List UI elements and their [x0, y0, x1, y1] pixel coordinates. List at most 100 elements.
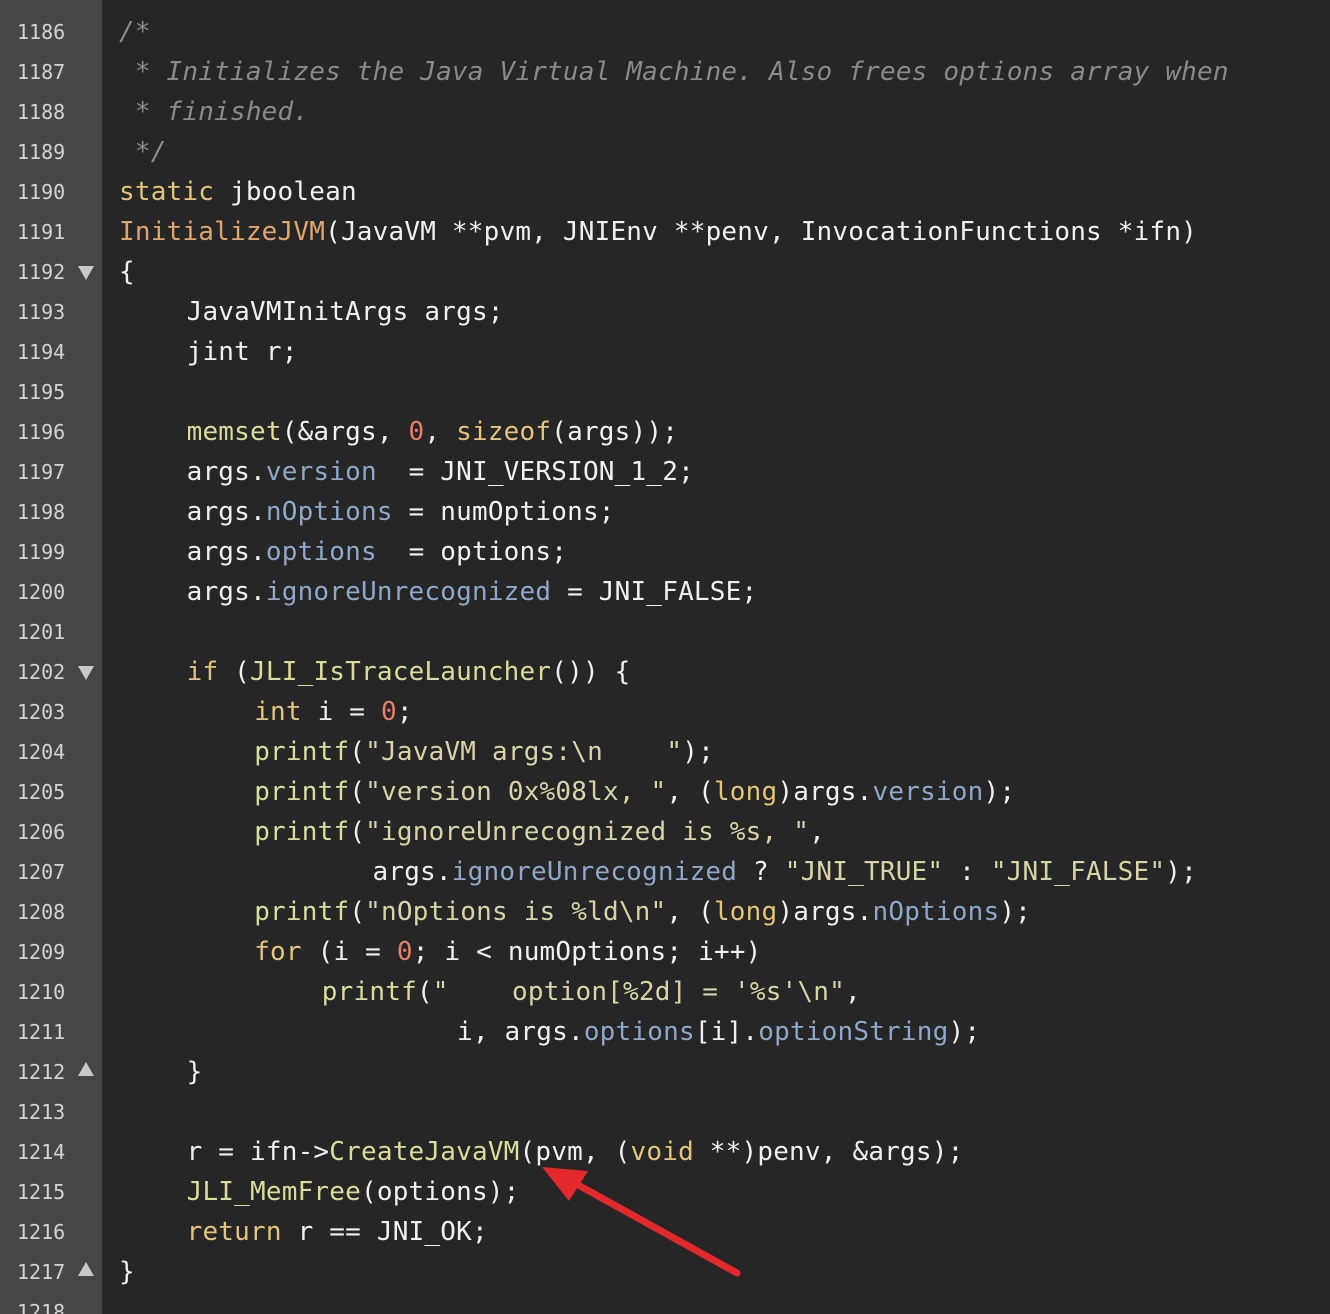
code-token-comment: * Initializes the Java Virtual Machine. … [119, 57, 1229, 87]
code-token-field: version [265, 457, 377, 487]
line-number: 1200 [17, 580, 66, 604]
line-number: 1195 [17, 380, 66, 404]
code-line[interactable]: 1205 printf("version 0x%08lx, ", (long)ar… [0, 772, 1330, 812]
code-token-call: printf [254, 737, 350, 767]
code-line[interactable]: 1194 jint r; [0, 332, 1330, 372]
code-text: int i = 0; [254, 692, 413, 732]
code-line[interactable]: 1196 memset(&args, 0, sizeof(args)); [0, 412, 1330, 452]
code-token-field: options [265, 537, 377, 567]
code-line[interactable]: 1190 static jboolean [0, 172, 1330, 212]
line-number: 1218 [17, 1300, 66, 1314]
code-text: /* [119, 12, 151, 52]
code-line[interactable]: 1208 printf("nOptions is %ld\n", (long)ar… [0, 892, 1330, 932]
code-token-plain: args. [186, 457, 266, 487]
code-line[interactable]: 1210 printf(" option[%2d] = '%s'\n", [0, 972, 1330, 1012]
code-token-plain: r == JNI_OK; [281, 1217, 488, 1247]
code-line[interactable]: 1217} [0, 1252, 1330, 1292]
code-token-plain: } [119, 1257, 135, 1287]
code-text: for (i = 0; i < numOptions; i++) [254, 932, 761, 972]
code-token-plain: ()) { [551, 657, 631, 687]
code-editor[interactable]: 1186 /* 1187 * Initializes the Java Virtua… [0, 0, 1330, 1314]
code-token-plain: ; [396, 697, 413, 727]
code-text: static jboolean [119, 172, 357, 212]
code-text: i, args.options[i].optionString); [457, 1012, 980, 1052]
code-token-plain: jint r; [186, 337, 298, 367]
line-number: 1199 [17, 540, 66, 564]
code-token-keyword: static [119, 177, 215, 207]
code-line[interactable]: 1202 if (JLI_IsTraceLauncher()) { [0, 652, 1330, 692]
code-token-plain: JavaVMInitArgs args; [186, 297, 504, 327]
line-number: 1193 [17, 300, 66, 324]
line-number: 1194 [17, 340, 66, 364]
code-text: JavaVMInitArgs args; [187, 292, 504, 332]
code-token-call: CreateJavaVM [329, 1137, 520, 1167]
code-text: */ [119, 132, 167, 172]
code-token-plain: [i]. [694, 1017, 759, 1047]
code-token-plain: ); [983, 777, 1016, 807]
code-token-call: printf [254, 777, 350, 807]
code-line[interactable]: 1211 i, args.options[i].optionString); [0, 1012, 1330, 1052]
code-token-plain: args. [186, 577, 266, 607]
code-line[interactable]: 1209 for (i = 0; i < numOptions; i++) [0, 932, 1330, 972]
code-line[interactable]: 1192 { [0, 252, 1330, 292]
code-line[interactable]: 1213 [0, 1092, 1330, 1132]
code-token-plain: , [809, 817, 825, 847]
code-line[interactable]: 1206 printf("ignoreUnrecognized is %s, ", [0, 812, 1330, 852]
code-line[interactable]: 1207 args.ignoreUnrecognized ? "JNI_TRUE"… [0, 852, 1330, 892]
code-line[interactable]: 1189 */ [0, 132, 1330, 172]
code-line[interactable]: 1204 printf("JavaVM args:\n "); [0, 732, 1330, 772]
code-line[interactable]: 1188 * finished. [0, 92, 1330, 132]
fold-end-icon[interactable] [78, 1262, 94, 1276]
code-token-plain: (i = [301, 937, 397, 967]
code-token-plain: = options; [376, 537, 568, 567]
code-token-plain: ); [1165, 857, 1197, 887]
code-line[interactable]: 1215 JLI_MemFree(options); [0, 1172, 1330, 1212]
code-token-plain: } [186, 1057, 203, 1087]
code-token-plain: (&args, [281, 417, 409, 447]
code-token-plain: (JavaVM **pvm, JNIEnv **penv, Invocation… [325, 217, 1198, 247]
code-line[interactable]: 1193 JavaVMInitArgs args; [0, 292, 1330, 332]
code-line[interactable]: 1191 InitializeJVM(JavaVM **pvm, JNIEnv *… [0, 212, 1330, 252]
code-token-plain: ); [948, 1017, 981, 1047]
code-token-string: " option[%2d] = '%s'\n" [432, 977, 845, 1007]
code-line[interactable]: 1201 [0, 612, 1330, 652]
code-token-field: options [583, 1017, 695, 1047]
code-token-call: memset [186, 417, 282, 447]
line-number: 1207 [17, 860, 66, 884]
line-number: 1203 [17, 700, 66, 724]
fold-end-icon[interactable] [78, 1062, 94, 1076]
code-line[interactable]: 1198 args.nOptions = numOptions; [0, 492, 1330, 532]
code-token-field: ignoreUnrecognized [265, 577, 552, 607]
code-line[interactable]: 1187 * Initializes the Java Virtual Mach… [0, 52, 1330, 92]
code-token-plain: ; i < numOptions; i++) [412, 937, 762, 967]
code-text: args.ignoreUnrecognized ? "JNI_TRUE" : "… [373, 852, 1197, 892]
fold-collapse-icon[interactable] [78, 666, 94, 680]
code-token-plain: (pvm, ( [519, 1137, 631, 1167]
line-number: 1217 [17, 1260, 66, 1284]
code-line[interactable]: 1218 [0, 1292, 1330, 1314]
code-token-plain: = numOptions; [392, 497, 615, 527]
line-number: 1191 [17, 220, 66, 244]
code-token-plain: ( [349, 817, 366, 847]
code-text: memset(&args, 0, sizeof(args)); [187, 412, 678, 452]
code-line[interactable]: 1214 r = ifn->CreateJavaVM(pvm, (void **)… [0, 1132, 1330, 1172]
fold-collapse-icon[interactable] [78, 266, 94, 280]
code-token-plain: i, args. [457, 1017, 584, 1047]
code-line[interactable]: 1195 [0, 372, 1330, 412]
code-line[interactable]: 1203 int i = 0; [0, 692, 1330, 732]
code-line[interactable]: 1216 return r == JNI_OK; [0, 1212, 1330, 1252]
code-line[interactable]: 1212} [0, 1052, 1330, 1092]
code-line[interactable]: 1186 /* [0, 12, 1330, 52]
code-text: args.version = JNI_VERSION_1_2; [187, 452, 694, 492]
code-text: if (JLI_IsTraceLauncher()) { [187, 652, 631, 692]
code-token-string: "ignoreUnrecognized is %s, " [365, 817, 810, 847]
line-number: 1216 [17, 1220, 66, 1244]
line-number: 1211 [17, 1020, 66, 1044]
code-text: args.options = options; [187, 532, 568, 572]
code-line[interactable]: 1197 args.version = JNI_VERSION_1_2; [0, 452, 1330, 492]
code-token-call: JLI_IsTraceLauncher [250, 657, 552, 687]
code-line[interactable]: 1199 args.options = options; [0, 532, 1330, 572]
code-token-field: optionString [758, 1017, 949, 1047]
code-text: printf("version 0x%08lx, ", (long)args.v… [254, 772, 1015, 812]
code-line[interactable]: 1200 args.ignoreUnrecognized = JNI_FALSE; [0, 572, 1330, 612]
